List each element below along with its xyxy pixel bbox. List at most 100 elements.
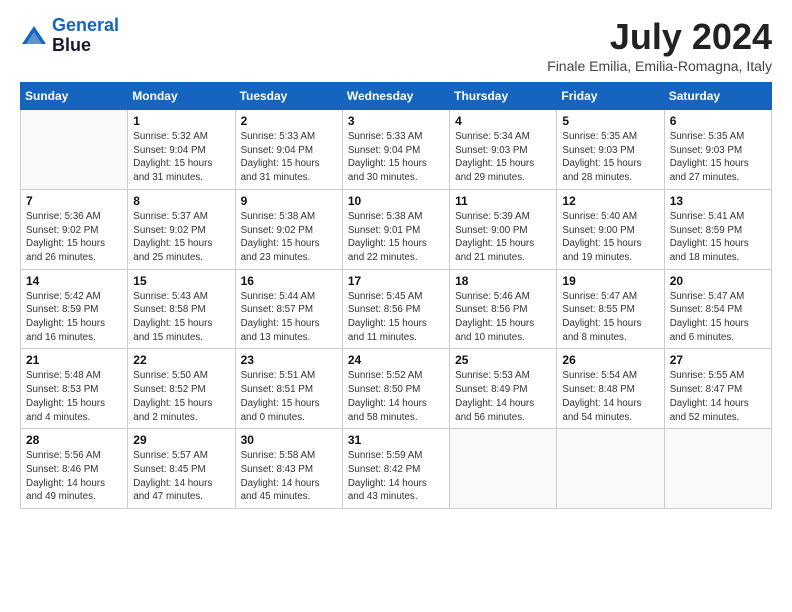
day-info: Sunrise: 5:59 AM Sunset: 8:42 PM Dayligh… [348,449,444,504]
day-info: Sunrise: 5:33 AM Sunset: 9:04 PM Dayligh… [348,130,444,185]
calendar-cell [21,110,128,190]
day-info: Sunrise: 5:34 AM Sunset: 9:03 PM Dayligh… [455,130,551,185]
weekday-header: Monday [128,83,235,110]
day-info: Sunrise: 5:53 AM Sunset: 8:49 PM Dayligh… [455,369,551,424]
day-number: 15 [133,274,229,288]
day-number: 21 [26,353,122,367]
weekday-header: Wednesday [342,83,449,110]
day-info: Sunrise: 5:36 AM Sunset: 9:02 PM Dayligh… [26,210,122,265]
day-info: Sunrise: 5:58 AM Sunset: 8:43 PM Dayligh… [241,449,337,504]
logo-icon [20,22,48,50]
calendar-cell: 16Sunrise: 5:44 AM Sunset: 8:57 PM Dayli… [235,269,342,349]
day-info: Sunrise: 5:40 AM Sunset: 9:00 PM Dayligh… [562,210,658,265]
weekday-header: Saturday [664,83,771,110]
calendar-cell [450,429,557,509]
logo-line2: Blue [52,36,119,56]
calendar-cell: 20 Sunrise: 5:47 AM Sunset: 8:54 PM Dayli… [664,269,771,349]
day-info: Sunrise: 5:32 AM Sunset: 9:04 PM Dayligh… [133,130,229,185]
day-info: Sunrise: 5:38 AM Sunset: 9:02 PM Dayligh… [241,210,337,265]
day-info: Sunrise: 5:41 AM Sunset: 8:59 PM Dayligh… [670,210,766,265]
day-number: 18 [455,274,551,288]
day-number: 1 [133,114,229,128]
day-number: 22 [133,353,229,367]
calendar-cell: 13 Sunrise: 5:41 AM Sunset: 8:59 PM Dayli… [664,189,771,269]
calendar-cell: 27 Sunrise: 5:55 AM Sunset: 8:47 PM Dayli… [664,349,771,429]
day-info: Sunrise: 5:35 AM Sunset: 9:03 PM Dayligh… [562,130,658,185]
calendar-cell: 19 Sunrise: 5:47 AM Sunset: 8:55 PM Dayli… [557,269,664,349]
day-number: 11 [455,194,551,208]
day-info: Sunrise: 5:52 AM Sunset: 8:50 PM Dayligh… [348,369,444,424]
day-number: 5 [562,114,658,128]
day-number: 28 [26,433,122,447]
day-info: Sunrise: 5:50 AM Sunset: 8:52 PM Dayligh… [133,369,229,424]
calendar-cell: 4 Sunrise: 5:34 AM Sunset: 9:03 PM Daylig… [450,110,557,190]
day-info: Sunrise: 5:48 AM Sunset: 8:53 PM Dayligh… [26,369,122,424]
day-info: Sunrise: 5:51 AM Sunset: 8:51 PM Dayligh… [241,369,337,424]
calendar-cell [664,429,771,509]
day-number: 8 [133,194,229,208]
calendar-cell: 9 Sunrise: 5:38 AM Sunset: 9:02 PM Daylig… [235,189,342,269]
calendar-cell: 30Sunrise: 5:58 AM Sunset: 8:43 PM Dayli… [235,429,342,509]
day-number: 19 [562,274,658,288]
day-number: 20 [670,274,766,288]
day-info: Sunrise: 5:47 AM Sunset: 8:54 PM Dayligh… [670,290,766,345]
day-number: 13 [670,194,766,208]
day-info: Sunrise: 5:39 AM Sunset: 9:00 PM Dayligh… [455,210,551,265]
weekday-header: Friday [557,83,664,110]
weekday-header: Thursday [450,83,557,110]
day-info: Sunrise: 5:57 AM Sunset: 8:45 PM Dayligh… [133,449,229,504]
logo: General Blue [20,16,119,56]
day-info: Sunrise: 5:37 AM Sunset: 9:02 PM Dayligh… [133,210,229,265]
calendar-cell: 28 Sunrise: 5:56 AM Sunset: 8:46 PM Dayli… [21,429,128,509]
calendar-cell: 7 Sunrise: 5:36 AM Sunset: 9:02 PM Daylig… [21,189,128,269]
day-number: 26 [562,353,658,367]
day-number: 3 [348,114,444,128]
calendar-cell: 26Sunrise: 5:54 AM Sunset: 8:48 PM Dayli… [557,349,664,429]
day-number: 7 [26,194,122,208]
day-info: Sunrise: 5:43 AM Sunset: 8:58 PM Dayligh… [133,290,229,345]
calendar-cell: 23Sunrise: 5:51 AM Sunset: 8:51 PM Dayli… [235,349,342,429]
calendar-cell: 21 Sunrise: 5:48 AM Sunset: 8:53 PM Dayli… [21,349,128,429]
weekday-header: Tuesday [235,83,342,110]
day-info: Sunrise: 5:42 AM Sunset: 8:59 PM Dayligh… [26,290,122,345]
calendar-cell: 29Sunrise: 5:57 AM Sunset: 8:45 PM Dayli… [128,429,235,509]
calendar-cell: 3 Sunrise: 5:33 AM Sunset: 9:04 PM Daylig… [342,110,449,190]
calendar-cell: 24 Sunrise: 5:52 AM Sunset: 8:50 PM Dayli… [342,349,449,429]
calendar-cell: 8 Sunrise: 5:37 AM Sunset: 9:02 PM Daylig… [128,189,235,269]
logo-line1: General [52,16,119,36]
day-number: 16 [241,274,337,288]
day-number: 31 [348,433,444,447]
calendar-cell: 5 Sunrise: 5:35 AM Sunset: 9:03 PM Daylig… [557,110,664,190]
day-number: 6 [670,114,766,128]
day-number: 24 [348,353,444,367]
day-info: Sunrise: 5:33 AM Sunset: 9:04 PM Dayligh… [241,130,337,185]
calendar-cell: 31 Sunrise: 5:59 AM Sunset: 8:42 PM Dayli… [342,429,449,509]
page-header: General Blue July 2024 Finale Emilia, Em… [20,16,772,74]
day-info: Sunrise: 5:47 AM Sunset: 8:55 PM Dayligh… [562,290,658,345]
day-number: 17 [348,274,444,288]
day-number: 14 [26,274,122,288]
weekday-header: Sunday [21,83,128,110]
day-number: 25 [455,353,551,367]
day-number: 12 [562,194,658,208]
calendar-cell [557,429,664,509]
calendar-cell: 6 Sunrise: 5:35 AM Sunset: 9:03 PM Daylig… [664,110,771,190]
day-number: 9 [241,194,337,208]
calendar-cell: 15 Sunrise: 5:43 AM Sunset: 8:58 PM Dayli… [128,269,235,349]
calendar-cell: 11 Sunrise: 5:39 AM Sunset: 9:00 PM Dayli… [450,189,557,269]
day-info: Sunrise: 5:35 AM Sunset: 9:03 PM Dayligh… [670,130,766,185]
month-title: July 2024 [547,16,772,58]
day-number: 2 [241,114,337,128]
calendar-cell: 25 Sunrise: 5:53 AM Sunset: 8:49 PM Dayli… [450,349,557,429]
calendar-cell: 1 Sunrise: 5:32 AM Sunset: 9:04 PM Daylig… [128,110,235,190]
day-number: 10 [348,194,444,208]
day-info: Sunrise: 5:56 AM Sunset: 8:46 PM Dayligh… [26,449,122,504]
calendar-cell: 14 Sunrise: 5:42 AM Sunset: 8:59 PM Dayli… [21,269,128,349]
day-number: 27 [670,353,766,367]
calendar-cell: 12 Sunrise: 5:40 AM Sunset: 9:00 PM Dayli… [557,189,664,269]
day-info: Sunrise: 5:55 AM Sunset: 8:47 PM Dayligh… [670,369,766,424]
day-number: 4 [455,114,551,128]
calendar-cell: 10Sunrise: 5:38 AM Sunset: 9:01 PM Dayli… [342,189,449,269]
calendar-cell: 18Sunrise: 5:46 AM Sunset: 8:56 PM Dayli… [450,269,557,349]
day-info: Sunrise: 5:45 AM Sunset: 8:56 PM Dayligh… [348,290,444,345]
